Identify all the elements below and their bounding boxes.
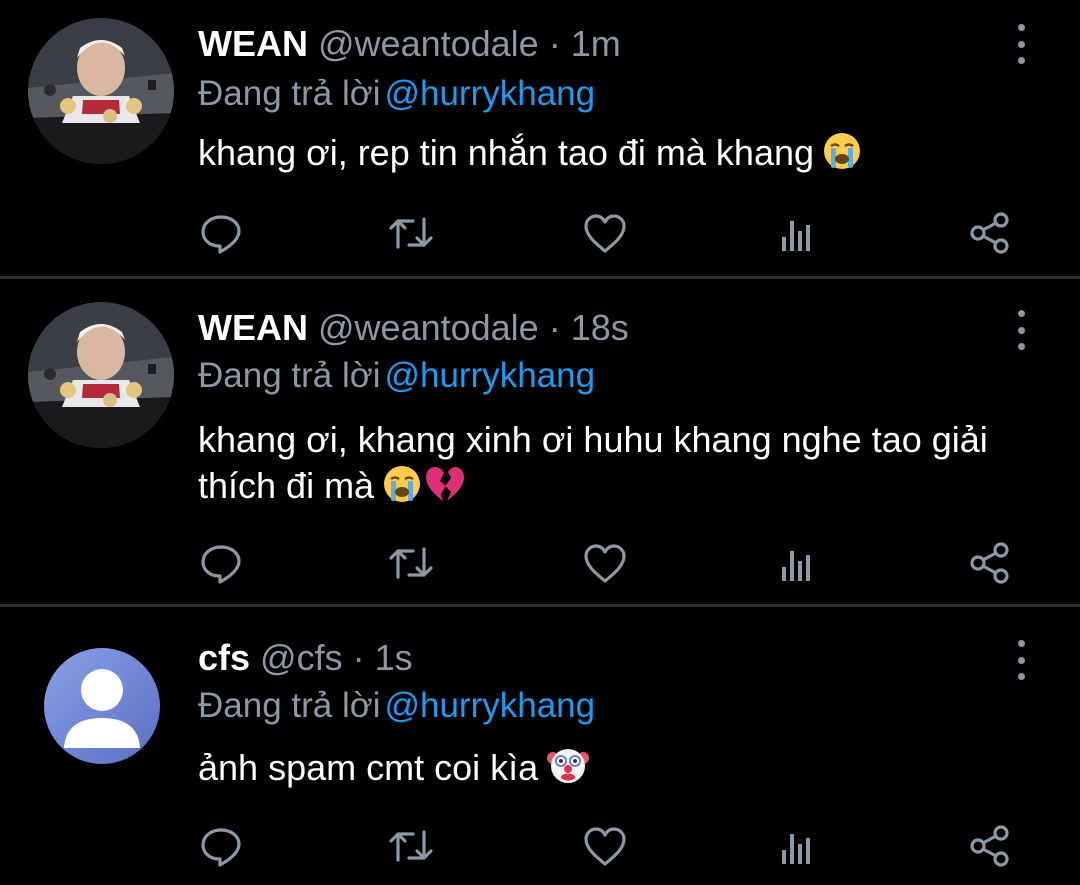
user-handle[interactable]: @weantodale [318, 23, 539, 64]
replying-to: Đang trả lời @hurrykhang [198, 72, 595, 116]
tweet-text: khang ơi, rep tin nhắn tao đi mà khang [198, 130, 1018, 182]
replying-to: Đang trả lời @hurrykhang [198, 684, 595, 728]
separator: · [548, 307, 561, 348]
user-handle[interactable]: @weantodale [318, 307, 539, 348]
tweet[interactable]: WEAN @weantodale · 1m Đang trả lời @hurryk… [0, 0, 1080, 276]
separator: · [548, 23, 561, 64]
reply-icon[interactable] [196, 208, 246, 258]
tweet[interactable]: cfs @cfs · 1s Đang trả lời @hurrykhang ảnh… [0, 608, 1080, 885]
tweet-text-body: khang ơi, khang xinh ơi huhu khang nghe … [198, 419, 988, 506]
divider [0, 276, 1080, 279]
timestamp[interactable]: 1s [375, 637, 413, 678]
retweet-icon[interactable] [386, 208, 436, 258]
divider [0, 604, 1080, 607]
clown-face-icon [546, 744, 590, 797]
mention-link[interactable]: @hurrykhang [384, 686, 595, 725]
avatar[interactable] [28, 18, 174, 164]
more-options-icon[interactable] [1004, 24, 1038, 64]
tweet[interactable]: WEAN @weantodale · 18s Đang trả lời @hurry… [0, 280, 1080, 604]
tweet-text: khang ơi, khang xinh ơi huhu khang nghe … [198, 417, 988, 515]
more-options-icon[interactable] [1004, 640, 1038, 680]
loudly-crying-face-icon [822, 131, 862, 182]
more-options-icon[interactable] [1004, 310, 1038, 350]
tweet-actions [0, 208, 1080, 258]
retweet-icon[interactable] [386, 538, 436, 588]
replying-prefix: Đang trả lời [198, 686, 381, 725]
replying-prefix: Đang trả lời [198, 74, 381, 113]
avatar[interactable] [28, 302, 174, 448]
tweet-text: ảnh spam cmt coi kìa [198, 744, 1018, 797]
share-icon[interactable] [965, 821, 1015, 871]
like-icon[interactable] [580, 208, 630, 258]
replying-to: Đang trả lời @hurrykhang [198, 354, 595, 398]
tweet-actions [0, 821, 1080, 871]
broken-heart-icon [424, 464, 466, 515]
mention-link[interactable]: @hurrykhang [384, 74, 595, 113]
retweet-icon[interactable] [386, 821, 436, 871]
tweet-actions [0, 538, 1080, 588]
loudly-crying-face-icon [382, 464, 422, 515]
display-name[interactable]: cfs [198, 637, 250, 678]
tweet-text-body: ảnh spam cmt coi kìa [198, 747, 539, 788]
user-handle[interactable]: @cfs [260, 637, 343, 678]
share-icon[interactable] [965, 208, 1015, 258]
analytics-icon[interactable] [772, 538, 822, 588]
reply-icon[interactable] [196, 821, 246, 871]
analytics-icon[interactable] [772, 208, 822, 258]
display-name[interactable]: WEAN [198, 307, 308, 348]
replying-prefix: Đang trả lời [198, 356, 381, 395]
timestamp[interactable]: 1m [571, 23, 621, 64]
timestamp[interactable]: 18s [571, 307, 629, 348]
share-icon[interactable] [965, 538, 1015, 588]
like-icon[interactable] [580, 538, 630, 588]
tweet-text-body: khang ơi, rep tin nhắn tao đi mà khang [198, 132, 815, 173]
display-name[interactable]: WEAN [198, 23, 308, 64]
like-icon[interactable] [580, 821, 630, 871]
mention-link[interactable]: @hurrykhang [384, 356, 595, 395]
separator: · [352, 637, 365, 678]
default-avatar[interactable] [44, 648, 160, 764]
reply-icon[interactable] [196, 538, 246, 588]
analytics-icon[interactable] [772, 821, 822, 871]
